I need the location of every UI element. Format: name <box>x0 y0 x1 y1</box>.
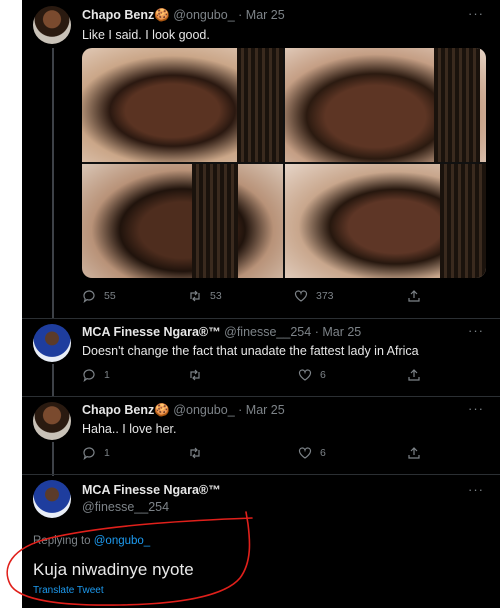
focused-name: MCA Finesse Ngara®™ <box>82 483 221 497</box>
separator-dot: · <box>314 325 319 339</box>
display-name[interactable]: MCA Finesse Ngara®™ <box>82 325 221 339</box>
tweet-actions: 1 6 <box>82 368 422 384</box>
username[interactable]: @ongubo_ <box>173 8 234 22</box>
tweet-actions: 55 53 373 <box>82 289 422 305</box>
cookie-emoji: 🍪 <box>154 8 170 22</box>
avatar[interactable] <box>33 480 71 518</box>
tweet[interactable]: MCA Finesse Ngara®™ @finesse__254 · Mar … <box>22 318 500 396</box>
translate-tweet-link[interactable]: Translate Tweet <box>33 585 104 596</box>
reply-icon <box>82 446 96 460</box>
reply-button[interactable]: 1 <box>82 446 110 460</box>
focused-tweet-text: Kuja niwadinye nyote <box>33 560 194 579</box>
like-button[interactable]: 6 <box>298 446 326 460</box>
tweet-text: Haha.. I love her. <box>82 422 177 436</box>
reply-icon <box>82 289 96 303</box>
reply-count: 55 <box>104 290 116 302</box>
like-button[interactable]: 6 <box>298 368 326 382</box>
more-icon[interactable]: ··· <box>468 6 484 21</box>
retweet-button[interactable] <box>188 446 210 460</box>
photo-1[interactable] <box>82 48 283 162</box>
tweet-header: MCA Finesse Ngara®™ @finesse__254 · Mar … <box>82 325 361 339</box>
reply-icon <box>82 368 96 382</box>
tweet-text: Doesn't change the fact that unadate the… <box>82 344 419 358</box>
replying-prefix: Replying to <box>33 535 91 547</box>
share-icon <box>407 446 421 460</box>
like-count: 6 <box>320 447 326 459</box>
avatar[interactable] <box>33 324 71 362</box>
replying-to: Replying to @ongubo_ <box>33 535 150 547</box>
timestamp[interactable]: Mar 25 <box>246 403 285 417</box>
tweet-header: Chapo Benz🍪 @ongubo_ · Mar 25 <box>82 8 285 23</box>
cookie-emoji: 🍪 <box>154 403 170 417</box>
separator-dot: · <box>238 8 243 22</box>
like-count: 6 <box>320 369 326 381</box>
username[interactable]: @ongubo_ <box>173 403 234 417</box>
left-gutter <box>0 0 22 608</box>
more-icon[interactable]: ··· <box>468 401 484 416</box>
avatar[interactable] <box>33 6 71 44</box>
retweet-icon <box>188 289 202 303</box>
separator-dot: · <box>238 403 243 417</box>
photo-3[interactable] <box>82 164 283 278</box>
like-button[interactable]: 373 <box>294 289 334 303</box>
reply-count: 1 <box>104 447 110 459</box>
heart-icon <box>298 446 312 460</box>
more-icon[interactable]: ··· <box>468 482 484 497</box>
photo-2[interactable] <box>285 48 486 162</box>
share-button[interactable] <box>407 368 421 382</box>
share-button[interactable] <box>407 446 421 460</box>
reply-button[interactable]: 1 <box>82 368 110 382</box>
display-name[interactable]: MCA Finesse Ngara®™ <box>82 483 221 497</box>
photo-grid[interactable] <box>82 48 486 278</box>
heart-icon <box>294 289 308 303</box>
tweet[interactable]: Chapo Benz🍪 @ongubo_ · Mar 25 ··· Like I… <box>22 0 500 318</box>
reply-count: 1 <box>104 369 110 381</box>
display-name[interactable]: Chapo Benz <box>82 8 154 22</box>
timestamp[interactable]: Mar 25 <box>322 325 361 339</box>
share-icon <box>407 289 421 303</box>
like-count: 373 <box>316 290 334 302</box>
retweet-button[interactable]: 53 <box>188 289 222 303</box>
photo-4[interactable] <box>285 164 486 278</box>
display-name[interactable]: Chapo Benz <box>82 403 154 417</box>
replying-handle-link[interactable]: @ongubo_ <box>94 535 150 547</box>
share-button[interactable] <box>407 289 421 303</box>
retweet-icon <box>188 368 202 382</box>
retweet-icon <box>188 446 202 460</box>
tweet-actions: 1 6 <box>82 446 422 462</box>
username[interactable]: @finesse__254 <box>82 500 169 514</box>
retweet-count: 53 <box>210 290 222 302</box>
username[interactable]: @finesse__254 <box>224 325 311 339</box>
heart-icon <box>298 368 312 382</box>
more-icon[interactable]: ··· <box>468 323 484 338</box>
avatar[interactable] <box>33 402 71 440</box>
tweet[interactable]: Chapo Benz🍪 @ongubo_ · Mar 25 ··· Haha..… <box>22 396 500 474</box>
reply-button[interactable]: 55 <box>82 289 116 303</box>
tweet-header: Chapo Benz🍪 @ongubo_ · Mar 25 <box>82 403 285 418</box>
share-icon <box>407 368 421 382</box>
focused-handle: @finesse__254 <box>82 500 169 514</box>
retweet-button[interactable] <box>188 368 210 382</box>
timestamp[interactable]: Mar 25 <box>246 8 285 22</box>
tweet-text: Like I said. I look good. <box>82 28 210 42</box>
